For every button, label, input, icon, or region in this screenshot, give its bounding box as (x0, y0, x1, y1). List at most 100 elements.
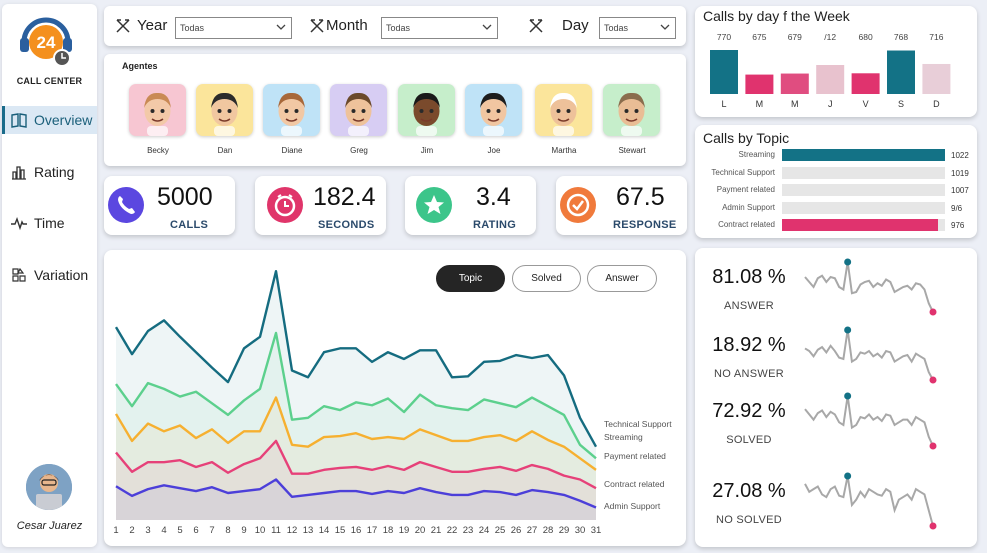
x-tick-label: 31 (591, 525, 602, 536)
svg-text:24: 24 (37, 33, 56, 52)
kpi-label: RESPONSE (613, 219, 677, 231)
agent-name: Becky (147, 146, 169, 155)
agent-card[interactable]: Dan (196, 84, 254, 155)
x-tick-label: 2 (129, 525, 134, 536)
x-tick-label: 7 (209, 525, 214, 536)
last-point-marker (929, 442, 937, 450)
x-tick-label: 9 (241, 525, 246, 536)
book-icon (11, 113, 27, 128)
agent-card[interactable]: Stewart (603, 84, 661, 155)
max-point-marker (844, 326, 852, 334)
kpi-rating: 3.4 RATING (405, 176, 536, 235)
sidebar: 24 CALL CENTER Overview Rating Time Vari… (2, 4, 97, 547)
agent-avatar (129, 84, 186, 136)
filter-label-year: Year (137, 17, 168, 34)
topic-trend-chart: Topic Solved Answer Technical Support Str… (104, 250, 686, 546)
year-select[interactable]: Todas (175, 17, 292, 39)
agent-avatar (196, 84, 253, 136)
x-tick-label: 1 (113, 525, 118, 536)
topic-label: Admin Support (722, 202, 775, 212)
x-tick-label: 19 (399, 525, 410, 536)
clear-filter-icon[interactable] (310, 19, 324, 33)
x-tick-label: 16 (351, 525, 362, 536)
kpi-value: 3.4 (476, 183, 511, 211)
area-chart-canvas: Technical Support Streaming Payment relate… (113, 270, 672, 536)
x-tick-label: 27 (527, 525, 538, 536)
kpi-label: RATING (473, 219, 517, 231)
sparkline-path (804, 395, 934, 447)
calls-by-day-card: Calls by day f the Week 770 L 675 M 679 M/12 J… (695, 6, 977, 117)
kpi-seconds: 182.4 SECONDS (255, 176, 386, 235)
topic-value: 1022 (951, 151, 969, 160)
call-center-logo: 24 (20, 17, 72, 67)
calls-by-topic-title: Calls by Topic (703, 130, 790, 146)
topic-bar (782, 184, 943, 196)
sparkline-path (804, 329, 934, 381)
agent-avatar (465, 84, 522, 136)
bar-chart-icon (12, 166, 26, 180)
day-value-label: 716 (929, 32, 943, 42)
topic-value: 1007 (951, 186, 969, 195)
max-point-marker (844, 258, 852, 266)
agent-card[interactable]: Joe (465, 84, 523, 155)
x-tick-label: 13 (303, 525, 314, 536)
metric-sparkline (804, 392, 937, 450)
day-bar (851, 73, 880, 94)
agent-name: Greg (350, 146, 368, 155)
filter-label-month: Month (326, 17, 368, 34)
chevron-down-icon (276, 24, 286, 30)
last-point-marker (929, 376, 937, 384)
day-category-label: M (791, 99, 799, 109)
agent-name: Diane (281, 146, 303, 155)
nav-time[interactable]: Time (2, 209, 97, 237)
topic-label: Payment related (716, 185, 775, 194)
x-tick-label: 15 (335, 525, 346, 536)
topic-bar-track (782, 166, 945, 179)
max-point-marker (844, 472, 852, 480)
nav-label: Time (34, 215, 65, 231)
agent-card[interactable]: Diane (263, 84, 321, 155)
user-avatar[interactable] (26, 464, 72, 510)
nav-rating[interactable]: Rating (2, 158, 97, 186)
x-tick-label: 23 (463, 525, 474, 536)
agent-card[interactable]: Becky (129, 84, 187, 155)
metric-sparkline (804, 258, 937, 316)
agent-avatar (603, 84, 660, 136)
clear-filter-icon[interactable] (116, 19, 130, 33)
kpi-label: CALLS (170, 219, 209, 231)
agent-card[interactable]: Martha (535, 84, 593, 155)
day-value-label: /12 (824, 32, 836, 42)
metric-label: ANSWER (723, 300, 775, 312)
day-bar (745, 74, 774, 94)
day-select[interactable]: Todas (599, 17, 676, 39)
user-avatar-image (26, 464, 72, 510)
kpi-value: 5000 (157, 183, 213, 211)
nav-overview[interactable]: Overview (2, 106, 97, 134)
agent-name: Dan (217, 146, 233, 155)
series-label: Contract related (604, 479, 665, 489)
metric-value: 27.08 % (712, 480, 786, 502)
day-bar (816, 65, 845, 94)
month-select[interactable]: Todas (381, 17, 498, 39)
day-value-label: 770 (717, 32, 731, 42)
agent-name: Stewart (618, 146, 646, 155)
x-tick-label: 21 (431, 525, 442, 536)
nav-variation[interactable]: Variation (2, 261, 97, 289)
x-tick-label: 25 (495, 525, 506, 536)
day-value-label: 679 (788, 32, 802, 42)
topic-label: Technical Support (711, 167, 775, 177)
metric-sparkline (804, 472, 937, 530)
agent-card[interactable]: Jim (398, 84, 456, 155)
day-category-label: S (898, 99, 904, 109)
kpi-response: 67.5 RESPONSE (556, 176, 687, 235)
kpi-value: 67.5 (616, 183, 665, 211)
agent-avatar (398, 84, 455, 136)
x-tick-label: 11 (271, 525, 281, 536)
x-tick-label: 17 (367, 525, 378, 536)
topic-bar (782, 219, 938, 231)
phone-icon (108, 187, 144, 223)
clear-filter-icon[interactable] (529, 19, 543, 33)
agent-name: Martha (551, 146, 577, 155)
day-category-label: M (756, 99, 764, 109)
agent-card[interactable]: Greg (330, 84, 388, 155)
